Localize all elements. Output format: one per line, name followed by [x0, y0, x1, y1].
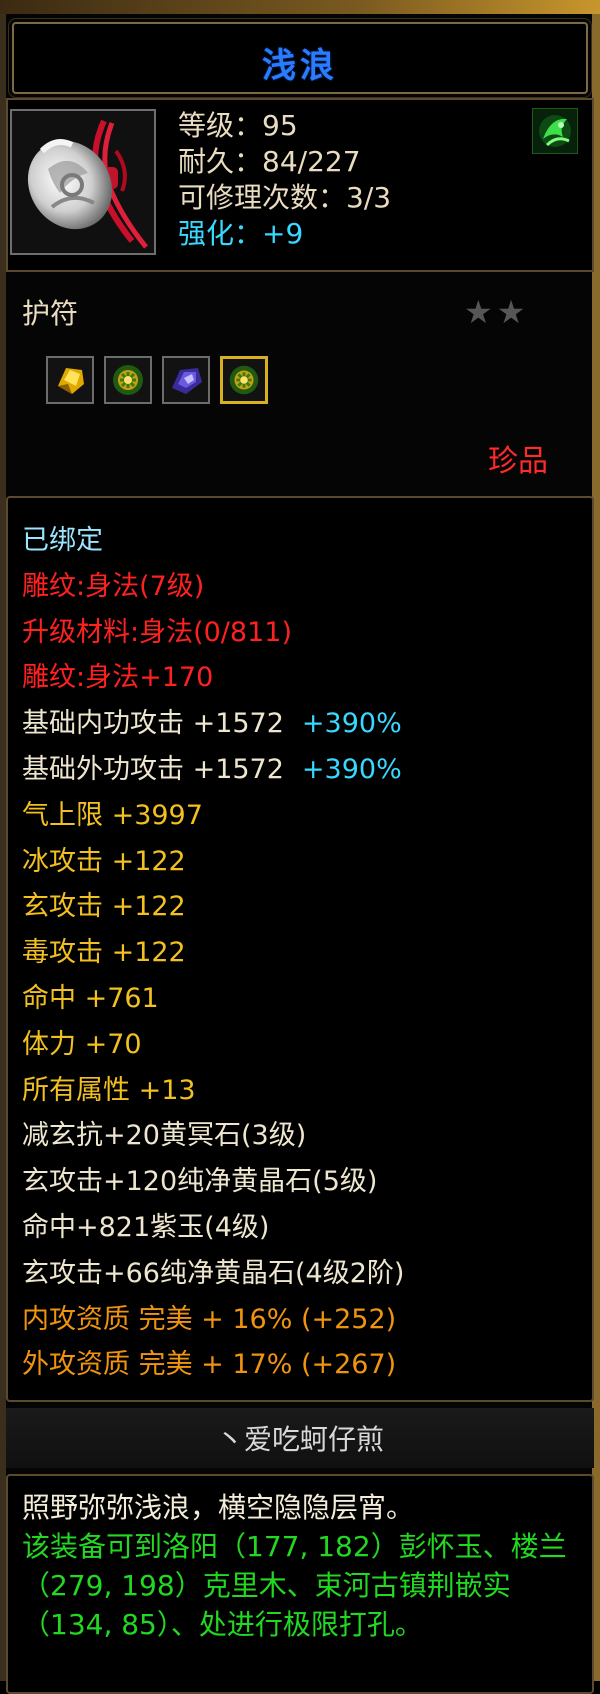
inner-attack-percent: +390% [301, 708, 402, 740]
attribute-line: 气上限 +3997 [22, 799, 203, 831]
attribute-line: 体力 +70 [22, 1028, 142, 1060]
attribute-line: 命中 +761 [22, 982, 159, 1014]
inner-attack-line: 基础内功攻击 +1572 +390% [22, 701, 404, 747]
durability-stat: 耐久：84/227 [178, 145, 361, 178]
jade-amulet-icon[interactable] [10, 109, 156, 255]
attribute-line: 冰攻击 +122 [22, 845, 186, 877]
flavor-text: 照野弥弥浅浪，横空隐隐层宵。 [22, 1491, 415, 1524]
rarity-label: 珍品 [488, 444, 548, 479]
bound-status: 已绑定 [22, 525, 103, 556]
quality-line: 内攻资质 完美 + 16% (+252) [22, 1303, 397, 1335]
item-name: 浅浪 [262, 46, 338, 86]
star-rating: ★★ [464, 293, 530, 331]
socket-hint-text: 该装备可到洛阳（177, 182）彭怀玉、楼兰（279, 198）克里木、束河古… [22, 1530, 567, 1641]
gem-bonus-line: 玄攻击+120纯净黄晶石(5级) [22, 1166, 378, 1198]
outer-attack-percent: +390% [301, 753, 402, 785]
green-skill-icon[interactable] [532, 108, 578, 154]
item-stats: 等级：95 耐久：84/227 可修理次数：3/3 强化：+9 [178, 108, 391, 252]
purple-jade-gem-icon[interactable] [162, 356, 210, 404]
item-type: 护符 [22, 297, 79, 330]
gem-bonus-line: 玄攻击+66纯净黄晶石(4级2阶) [22, 1257, 405, 1289]
green-gold-gem-icon[interactable] [220, 356, 268, 404]
engrave-line: 雕纹:身法(7级) [22, 570, 205, 602]
engrave-bonus-line: 雕纹:身法+170 [22, 662, 214, 694]
attribute-line: 所有属性 +13 [22, 1074, 196, 1106]
attribute-line: 毒攻击 +122 [22, 937, 186, 969]
yellow-crystal-gem-icon[interactable] [46, 356, 94, 404]
title-box: 浅浪 [8, 18, 592, 98]
gem-bonus-line: 减玄抗+20黄冥石(3级) [22, 1120, 307, 1152]
gem-bonus-line: 命中+821紫玉(4级) [22, 1211, 270, 1243]
top-border [0, 0, 600, 14]
gem-sockets [46, 356, 268, 404]
quality-line: 外攻资质 完美 + 17% (+267) [22, 1349, 397, 1381]
repair-count-stat: 可修理次数：3/3 [178, 181, 392, 214]
inner-attack-value: 基础内功攻击 +1572 [22, 708, 284, 740]
outer-attack-line: 基础外功攻击 +1572 +390% [22, 747, 404, 793]
outer-attack-value: 基础外功攻击 +1572 [22, 753, 284, 785]
enhance-stat: 强化：+9 [178, 217, 304, 250]
level-stat: 等级：95 [178, 109, 298, 142]
owner-name: 丶爱吃蚵仔煎 [215, 1423, 384, 1456]
attributes-list: 已绑定 雕纹:身法(7级) 升级材料:身法(0/811) 雕纹:身法+170 基… [22, 518, 404, 1388]
green-gold-gem-icon[interactable] [104, 356, 152, 404]
upgrade-material-line: 升级材料:身法(0/811) [22, 616, 292, 648]
attribute-line: 玄攻击 +122 [22, 891, 186, 923]
description: 照野弥弥浅浪，横空隐隐层宵。 该装备可到洛阳（177, 182）彭怀玉、楼兰（2… [22, 1488, 578, 1644]
